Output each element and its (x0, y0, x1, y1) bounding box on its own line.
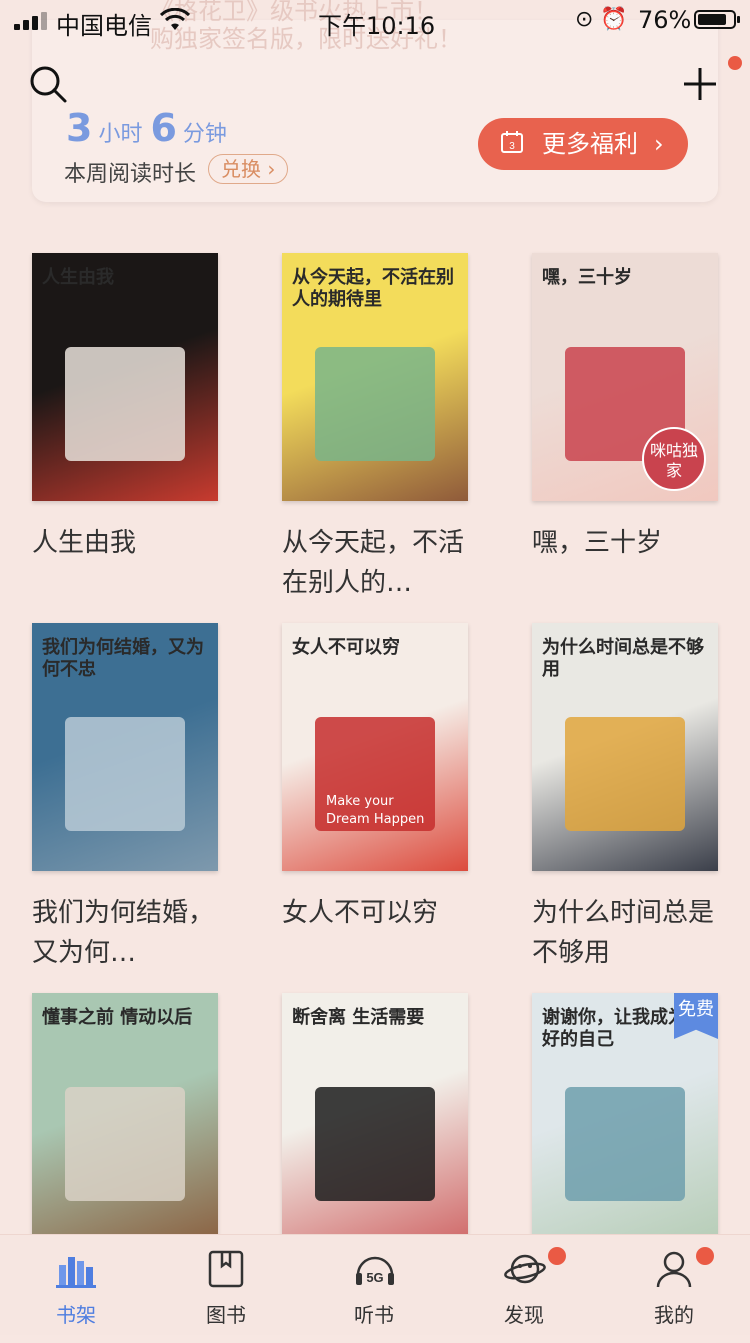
hours-unit: 小时 (98, 122, 143, 147)
tab-books[interactable]: 图书 (176, 1235, 276, 1335)
status-bar: 中国电信 下午10:16 ⊙ ⏰ 76% (0, 0, 750, 40)
planet-icon (504, 1254, 546, 1284)
discover-badge-dot (548, 1247, 566, 1265)
more-benefits-label: 更多福利 (542, 130, 638, 158)
battery-icon (694, 10, 740, 29)
cover-title: 我们为何结婚，又为何不忠 (42, 637, 204, 680)
exchange-button[interactable]: 兑换 › (208, 154, 289, 184)
book-cover[interactable]: 断舍离 生活需要 (282, 993, 468, 1241)
book-cover[interactable]: 谢谢你，让我成为更好的自己 免费 (532, 993, 718, 1241)
tab-label: 书架 (56, 1303, 96, 1327)
cover-title: 女人不可以穷 (292, 637, 400, 658)
book-item[interactable]: 我们为何结婚，又为何不忠我们为何结婚，又为何… (32, 623, 218, 973)
book-cover[interactable]: 我们为何结婚，又为何不忠 (32, 623, 218, 871)
rotation-lock-icon: ⊙ ⏰ (575, 7, 628, 32)
notification-dot (728, 56, 742, 70)
cover-art (315, 347, 435, 462)
exclusive-badge: 咪咕独家 (642, 427, 706, 491)
reading-minutes: 6 (150, 106, 177, 150)
book-item[interactable]: 人生由我 人生由我 (32, 253, 218, 563)
calendar-day: 3 (509, 141, 515, 152)
cover-art (565, 717, 685, 832)
cover-art (65, 717, 185, 832)
cover-art (65, 1087, 185, 1202)
cover-title: 为什么时间总是不够用 (542, 637, 704, 680)
bookshelf-icon (56, 1257, 96, 1288)
book-item[interactable]: 从今天起，不活在别人的期待里从今天起，不活在别人的… (282, 253, 468, 603)
person-icon (656, 1251, 692, 1288)
battery-percent: 76% (638, 6, 692, 34)
minutes-unit: 分钟 (182, 122, 227, 147)
reading-hours: 3 (66, 106, 93, 150)
reading-time: 3 小时 6 分钟 (66, 106, 235, 150)
tab-bookshelf[interactable]: 书架 (26, 1235, 126, 1335)
book-item[interactable]: 嘿，三十岁 咪咕独家 嘿，三十岁 (532, 253, 718, 563)
book-title: 人生由我 (32, 528, 137, 558)
more-benefits-button[interactable]: 3 更多福利 › (478, 118, 688, 170)
book-cover[interactable]: 人生由我 (32, 253, 218, 501)
me-badge-dot (696, 1247, 714, 1265)
cover-art (565, 1087, 685, 1202)
calendar-icon: 3 (501, 131, 523, 153)
cover-title: 断舍离 生活需要 (292, 1007, 425, 1028)
tab-label: 图书 (206, 1303, 246, 1327)
signal-icon (14, 12, 48, 30)
book-cover[interactable]: 从今天起，不活在别人的期待里 (282, 253, 468, 501)
book-title: 从今天起，不活在别人的… (282, 528, 465, 598)
book-icon (208, 1250, 244, 1288)
tab-label: 发现 (504, 1303, 544, 1327)
exchange-label: 兑换 (221, 157, 261, 181)
cover-title: 从今天起，不活在别人的期待里 (292, 267, 454, 310)
tab-audiobooks[interactable]: 5G 听书 (324, 1235, 424, 1335)
book-title: 嘿，三十岁 (532, 528, 663, 558)
cover-art (315, 1087, 435, 1202)
add-icon[interactable] (682, 66, 718, 102)
tab-label: 我的 (654, 1303, 694, 1327)
wifi-icon (160, 8, 190, 30)
book-title: 我们为何结婚，又为何… (32, 898, 215, 968)
tab-me[interactable]: 我的 (624, 1235, 724, 1335)
5g-headphones-icon: 5G (356, 1256, 394, 1285)
cover-title: 人生由我 (42, 267, 114, 288)
5g-text: 5G (366, 1270, 383, 1285)
cover-title: 嘿，三十岁 (542, 267, 632, 288)
tab-discover[interactable]: 发现 (474, 1235, 574, 1335)
book-title: 女人不可以穷 (282, 898, 439, 928)
book-cover[interactable]: 女人不可以穷 Make your Dream Happen (282, 623, 468, 871)
chevron-right-icon: › (654, 130, 664, 158)
book-item[interactable]: 为什么时间总是不够用 为什么时间总是不够用 (532, 623, 718, 973)
tab-bar: 书架 图书 5G 听书 发现 我的 (0, 1234, 750, 1335)
book-item[interactable]: 女人不可以穷 Make your Dream Happen 女人不可以穷 (282, 623, 468, 933)
book-cover[interactable]: 为什么时间总是不够用 (532, 623, 718, 871)
week-reading-label: 本周阅读时长 (64, 162, 197, 187)
book-title: 为什么时间总是不够用 (532, 898, 715, 968)
cover-wallet-text: Make your Dream Happen (326, 794, 425, 827)
book-cover[interactable]: 懂事之前 情动以后 (32, 993, 218, 1241)
status-time: 下午10:16 (318, 12, 436, 40)
book-cover[interactable]: 嘿，三十岁咪咕独家 (532, 253, 718, 501)
carrier-name: 中国电信 (56, 12, 152, 40)
cover-title: 懂事之前 情动以后 (42, 1007, 193, 1028)
search-icon[interactable] (28, 64, 68, 104)
tab-label: 听书 (354, 1303, 394, 1327)
cover-art (65, 347, 185, 462)
